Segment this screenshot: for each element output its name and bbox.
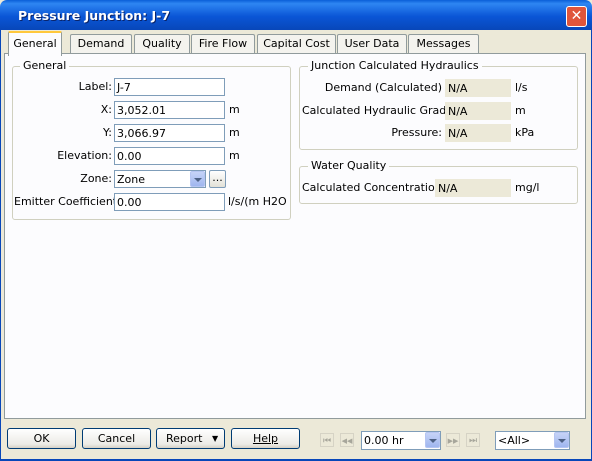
hgl-label: Calculated Hydraulic Grade:: [302, 104, 457, 117]
tab-label: Quality: [142, 37, 182, 50]
x-unit: m: [229, 103, 240, 116]
zone-label: Zone:: [80, 172, 112, 185]
tab-user-data[interactable]: User Data: [337, 34, 407, 54]
concentration-value: N/A: [435, 179, 511, 197]
demand-unit: l/s: [515, 81, 528, 94]
tab-label: General: [13, 37, 57, 50]
time-select-value: 0.00 hr: [364, 434, 404, 447]
help-button[interactable]: Help: [231, 428, 300, 449]
cancel-button[interactable]: Cancel: [82, 428, 151, 449]
pressure-value: N/A: [445, 124, 511, 142]
pressure-label: Pressure:: [391, 126, 442, 139]
ok-button[interactable]: OK: [7, 428, 76, 449]
pressure-unit: kPa: [515, 126, 535, 139]
demand-label: Demand (Calculated): [324, 81, 442, 94]
x-label: X:: [100, 103, 112, 116]
hgl-value: N/A: [445, 102, 511, 120]
label-field[interactable]: J-7: [114, 78, 225, 96]
chevron-down-icon: [429, 439, 437, 443]
time-dropdown-button[interactable]: [425, 432, 440, 448]
general-group-title: General: [20, 59, 70, 72]
tab-label: User Data: [344, 37, 400, 50]
close-button[interactable]: ✕: [566, 6, 587, 27]
emitter-label: Emitter Coefficient:: [14, 195, 121, 208]
demand-value: N/A: [445, 79, 511, 97]
last-step-icon[interactable]: ⏭: [466, 433, 480, 447]
emitter-unit: l/s/(m H2O: [228, 195, 287, 208]
chevron-down-icon: [194, 178, 202, 182]
zone-dropdown-button[interactable]: [190, 171, 205, 187]
y-label: Y:: [103, 126, 112, 139]
tab-fire-flow[interactable]: Fire Flow: [191, 34, 255, 54]
elevation-field[interactable]: 0.00: [114, 147, 225, 165]
first-step-icon[interactable]: ⏮: [320, 433, 334, 447]
tab-label: Fire Flow: [198, 37, 248, 50]
tab-general[interactable]: General: [8, 31, 62, 56]
emitter-field[interactable]: 0.00: [114, 193, 225, 211]
x-field[interactable]: 3,052.01: [114, 101, 225, 119]
y-unit: m: [229, 126, 240, 139]
window-title: Pressure Junction: J-7: [18, 8, 171, 23]
caret-down-icon: ▼: [212, 434, 219, 443]
water-quality-group-title: Water Quality: [308, 159, 390, 172]
hgl-unit: m: [515, 104, 526, 117]
y-field[interactable]: 3,066.97: [114, 124, 225, 142]
concentration-unit: mg/l: [515, 181, 540, 194]
filter-dropdown-button[interactable]: [554, 432, 569, 448]
concentration-label: Calculated Concentration:: [302, 181, 446, 194]
previous-step-icon[interactable]: ◀◀: [340, 433, 354, 447]
tab-label: Demand: [77, 37, 125, 50]
filter-select-value: <All>: [498, 434, 531, 447]
close-icon: ✕: [570, 8, 583, 24]
tab-label: Messages: [416, 37, 471, 50]
zone-browse-button[interactable]: ...: [209, 170, 226, 188]
report-button[interactable]: Report ▼: [156, 428, 225, 449]
label-label: Label:: [78, 80, 112, 93]
tab-label: Capital Cost: [263, 37, 330, 50]
chevron-down-icon: [558, 439, 566, 443]
zone-select-value: Zone: [117, 173, 146, 186]
tab-quality[interactable]: Quality: [134, 34, 190, 54]
elevation-unit: m: [229, 149, 240, 162]
tab-messages[interactable]: Messages: [408, 34, 479, 54]
hydraulics-group-title: Junction Calculated Hydraulics: [308, 59, 482, 72]
tab-capital-cost[interactable]: Capital Cost: [257, 34, 336, 54]
next-step-icon[interactable]: ▶▶: [446, 433, 460, 447]
tab-demand[interactable]: Demand: [70, 34, 132, 54]
report-button-label: Report: [166, 432, 203, 445]
elevation-label: Elevation:: [57, 149, 112, 162]
